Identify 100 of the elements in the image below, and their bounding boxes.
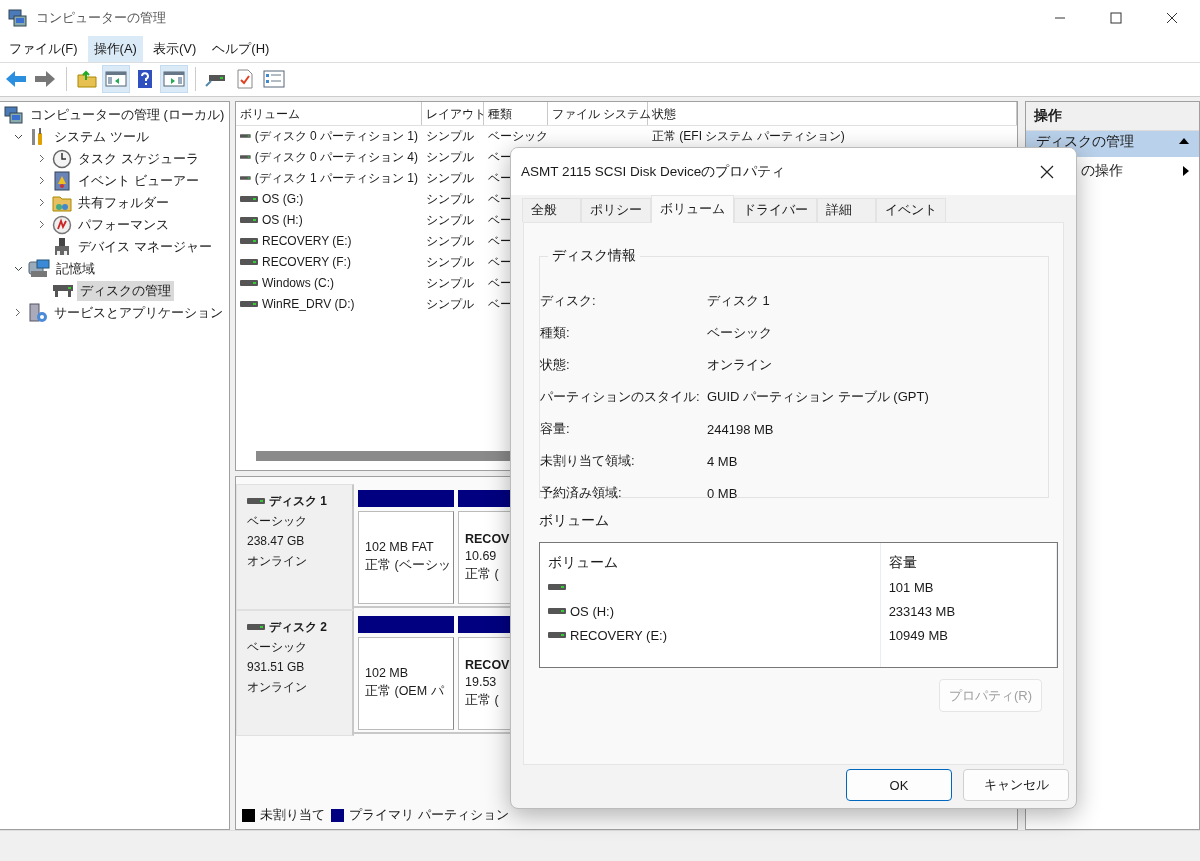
table-cell-text: シンプル — [425, 232, 475, 250]
chevron-down-icon[interactable] — [13, 265, 23, 272]
table-cell: 233143 MB — [888, 603, 956, 619]
tree-item[interactable]: 記憶域 — [53, 258, 98, 279]
legend-label: 未割り当て — [260, 806, 325, 825]
column-header[interactable]: ボリューム — [548, 554, 618, 572]
partition-info: 正常 ( — [465, 691, 500, 709]
table-cell-text: シンプル — [425, 274, 475, 292]
tree-item[interactable]: サービスとアプリケーション — [51, 302, 226, 323]
drive-icon — [240, 216, 258, 225]
tab[interactable]: 全般 — [522, 198, 581, 222]
tree-item[interactable]: ディスクの管理 — [77, 280, 174, 301]
table-cell-text: シンプル — [425, 169, 475, 187]
menu-item[interactable]: 操作(A) — [87, 35, 143, 62]
list-item[interactable]: RECOVERY (E:) — [570, 627, 668, 643]
section-label: ボリューム — [539, 512, 610, 530]
field-value: 0 MB — [707, 485, 738, 501]
dialog-title: ASMT 2115 SCSI Disk Deviceのプロパティ — [521, 162, 786, 181]
tree-item[interactable]: コンピューターの管理 (ローカル) — [27, 104, 228, 125]
chevron-right-icon[interactable] — [15, 308, 21, 318]
field-value: ディスク 1 — [707, 292, 770, 310]
field-value: オンライン — [707, 356, 772, 374]
services-icon — [28, 302, 48, 323]
chevron-right-icon[interactable] — [39, 198, 45, 208]
partition-label: RECOV — [465, 531, 511, 546]
tree-item[interactable]: タスク スケジューラ — [75, 148, 202, 169]
table-cell-text: シンプル — [425, 253, 475, 271]
close-icon[interactable] — [1040, 164, 1054, 179]
toolbar-button[interactable] — [160, 65, 188, 94]
table-cell-text: シンプル — [425, 148, 475, 166]
column-header[interactable]: レイアウト — [422, 101, 484, 125]
field-label: 未割り当て領域: — [540, 452, 636, 470]
field-label: ディスク: — [540, 292, 597, 310]
drive-icon — [548, 607, 566, 615]
chevron-right-icon[interactable] — [39, 220, 45, 230]
close-icon[interactable] — [1166, 11, 1178, 24]
drive-icon — [247, 622, 265, 631]
table-cell: 101 MB — [888, 579, 934, 595]
column-header[interactable]: ボリューム — [236, 101, 422, 125]
tab[interactable]: ポリシー — [581, 198, 651, 222]
group-title: ディスク情報 — [551, 247, 637, 265]
panel-icon — [105, 70, 127, 89]
field-label: 容量: — [540, 420, 571, 438]
field-value: 244198 MB — [707, 421, 774, 437]
column-header[interactable]: ファイル システム — [548, 101, 648, 125]
tree-item[interactable]: システム ツール — [51, 126, 152, 147]
forward-icon — [34, 70, 56, 89]
ok-button[interactable]: OK — [846, 769, 952, 801]
chevron-down-icon[interactable] — [13, 133, 23, 140]
tab[interactable]: イベント — [876, 198, 946, 222]
table-cell: Windows (C:) — [262, 276, 334, 291]
column-header[interactable]: 容量 — [888, 554, 917, 572]
tab[interactable]: ボリューム — [651, 195, 734, 223]
cancel-button[interactable]: キャンセル — [963, 769, 1069, 801]
tree-item[interactable]: デバイス マネージャー — [75, 236, 215, 257]
chevron-right-icon[interactable] — [39, 176, 45, 186]
disk-size: 931.51 GB — [247, 658, 306, 676]
field-label: 予約済み領域: — [540, 484, 623, 502]
partition-label: RECOV — [465, 657, 511, 672]
submenu-arrow-icon[interactable] — [1183, 165, 1189, 176]
field-value: ベーシック — [707, 324, 772, 342]
disk-name: ディスク 1 — [269, 492, 327, 510]
disk-status: オンライン — [247, 552, 308, 570]
tab[interactable]: ドライバー — [734, 198, 817, 222]
table-cell: OS (G:) — [262, 192, 304, 207]
list-item[interactable]: OS (H:) — [570, 603, 615, 619]
maximize-icon[interactable] — [1110, 11, 1122, 24]
tree-item[interactable]: パフォーマンス — [75, 214, 172, 235]
disk-status: オンライン — [247, 678, 308, 696]
chevron-right-icon[interactable] — [39, 154, 45, 164]
action-item[interactable]: の操作 — [1026, 156, 1199, 185]
partition-info: 102 MB — [365, 666, 410, 681]
panel-icon — [163, 70, 185, 89]
menu-item[interactable]: 表示(V) — [146, 35, 203, 62]
device-icon — [52, 236, 72, 257]
field-value: GUID パーティション テーブル (GPT) — [707, 388, 929, 406]
table-cell-text: シンプル — [425, 190, 475, 208]
checklist-icon — [263, 70, 285, 89]
field-label: パーティションのスタイル: — [540, 388, 701, 406]
help-icon — [137, 69, 153, 90]
tree-item[interactable]: 共有フォルダー — [75, 192, 172, 213]
table-cell: ベーシック — [488, 128, 548, 143]
menu-item[interactable]: ヘルプ(H) — [206, 35, 276, 62]
collapse-icon[interactable] — [1179, 137, 1189, 144]
field-label: 種類: — [540, 324, 571, 342]
partition-info: 102 MB FAT — [365, 540, 435, 555]
tab[interactable]: 詳細 — [817, 198, 876, 222]
disk-size: 238.47 GB — [247, 532, 306, 550]
toolbar-button[interactable] — [102, 65, 130, 94]
drive-icon — [548, 631, 566, 639]
app-icon — [8, 7, 28, 28]
back-icon — [5, 70, 27, 89]
action-group-title: ディスクの管理 — [1036, 132, 1134, 151]
table-cell: RECOVERY (E:) — [262, 234, 352, 249]
table-cell: (ディスク 0 パーティション 1) — [254, 127, 418, 145]
menu-item[interactable]: ファイル(F) — [3, 35, 84, 62]
drive-icon — [247, 496, 265, 505]
tree-item[interactable]: イベント ビューアー — [75, 170, 202, 191]
drive-icon — [240, 258, 258, 267]
column-header[interactable]: 種類 — [484, 101, 548, 125]
